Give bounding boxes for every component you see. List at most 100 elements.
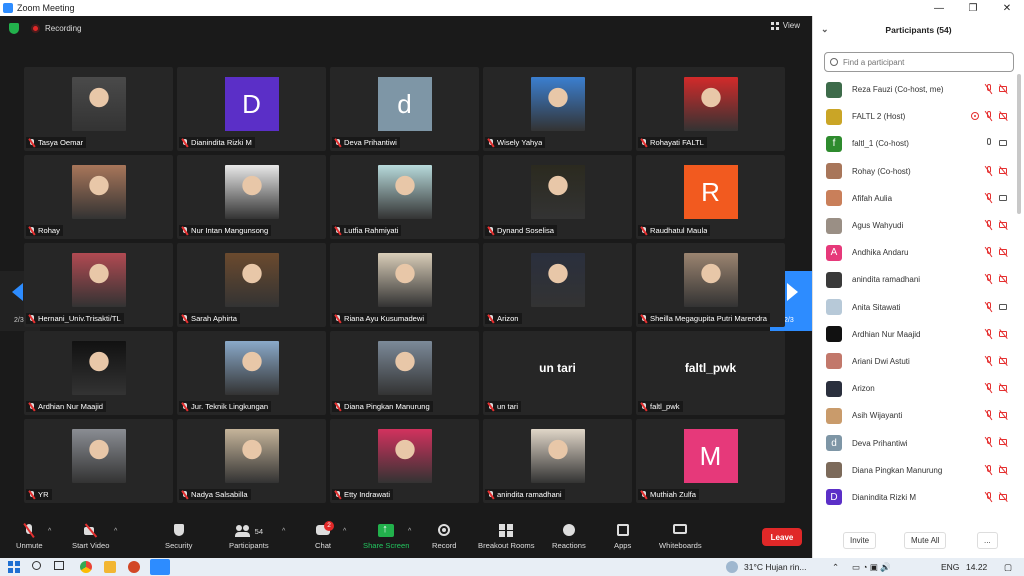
- maximize-button[interactable]: ❐: [956, 0, 990, 16]
- video-tile[interactable]: M Muthiah Zulfa: [636, 419, 785, 503]
- chrome-icon[interactable]: [80, 561, 92, 573]
- task-view-icon[interactable]: [54, 561, 64, 570]
- more-options-button[interactable]: ...: [977, 532, 998, 549]
- leave-button[interactable]: Leave: [762, 528, 802, 546]
- view-button[interactable]: View: [770, 21, 800, 30]
- audio-options-caret[interactable]: ^: [48, 528, 51, 535]
- security-button[interactable]: Security: [165, 524, 192, 550]
- participant-row[interactable]: anindita ramadhani: [813, 266, 1018, 293]
- video-tile[interactable]: R Raudhatul Maula: [636, 155, 785, 239]
- participant-row[interactable]: Reza Fauzi (Co-host, me): [813, 76, 1018, 103]
- input-language[interactable]: ENG: [941, 562, 959, 572]
- video-tile[interactable]: Wisely Yahya: [483, 67, 632, 151]
- video-tile[interactable]: Rohayati FALTL: [636, 67, 785, 151]
- participants-scrollbar[interactable]: [1017, 74, 1021, 214]
- participant-row[interactable]: A Andhika Andaru: [813, 239, 1018, 266]
- breakout-rooms-button[interactable]: Breakout Rooms: [478, 524, 535, 550]
- muted-mic-icon[interactable]: [985, 437, 993, 447]
- participant-row[interactable]: Arizon: [813, 375, 1018, 402]
- video-tile[interactable]: d Deva Prihantiwi: [330, 67, 479, 151]
- clock-time[interactable]: 14.22: [966, 562, 987, 572]
- video-tile[interactable]: Nur Intan Mangunsong: [177, 155, 326, 239]
- participants-options-caret[interactable]: ^: [282, 528, 285, 535]
- weather-cloud-icon[interactable]: [726, 561, 738, 573]
- invite-button[interactable]: Invite: [843, 532, 877, 549]
- video-tile[interactable]: Etty Indrawati: [330, 419, 479, 503]
- muted-mic-icon[interactable]: [985, 328, 993, 339]
- share-options-caret[interactable]: ^: [408, 528, 411, 535]
- video-options-caret[interactable]: ^: [114, 528, 117, 535]
- chat-button[interactable]: 2 Chat: [315, 521, 335, 550]
- participant-list[interactable]: Reza Fauzi (Co-host, me) FALTL 2 (Host) f f…: [813, 76, 1018, 518]
- muted-mic-icon[interactable]: [985, 165, 993, 176]
- muted-mic-icon[interactable]: [985, 247, 993, 257]
- powerpoint-icon[interactable]: [128, 561, 140, 573]
- muted-mic-icon[interactable]: [985, 111, 993, 121]
- muted-mic-icon[interactable]: [985, 410, 993, 420]
- participant-row[interactable]: Ardhian Nur Maajid: [813, 321, 1018, 348]
- start-video-button[interactable]: Start Video: [72, 524, 109, 550]
- muted-mic-icon[interactable]: [985, 464, 993, 475]
- close-window-button[interactable]: ✕: [990, 0, 1024, 16]
- participant-search[interactable]: [824, 52, 1014, 72]
- video-tile[interactable]: faltl_pwk faltl_pwk: [636, 331, 785, 415]
- mute-all-button[interactable]: Mute All: [904, 532, 947, 549]
- participant-row[interactable]: FALTL 2 (Host): [813, 103, 1018, 130]
- windows-start-icon[interactable]: [8, 561, 20, 573]
- video-tile[interactable]: Sarah Aphirta: [177, 243, 326, 327]
- video-tile[interactable]: Lutfia Rahmiyati: [330, 155, 479, 239]
- reactions-button[interactable]: Reactions: [552, 524, 586, 550]
- video-tile[interactable]: Dynand Soselisa: [483, 155, 632, 239]
- unmute-button[interactable]: Unmute: [16, 524, 43, 550]
- tray-icons[interactable]: ▭ ◔ ▣ 🔊: [852, 562, 891, 573]
- video-tile[interactable]: YR: [24, 419, 173, 503]
- muted-mic-icon[interactable]: [985, 274, 993, 284]
- video-tile[interactable]: un tari un tari: [483, 331, 632, 415]
- video-tile[interactable]: D Dianindita Rizki M: [177, 67, 326, 151]
- tray-chevron-icon[interactable]: ⌃: [832, 562, 839, 573]
- muted-mic-icon[interactable]: [985, 219, 993, 230]
- video-tile[interactable]: Nadya Salsabilla: [177, 419, 326, 503]
- muted-mic-icon[interactable]: [985, 355, 993, 366]
- video-tile[interactable]: Sheilla Megagupita Putri Marendra: [636, 243, 785, 327]
- participant-row[interactable]: Asih Wijayanti: [813, 402, 1018, 429]
- share-screen-button[interactable]: Share Screen: [363, 523, 409, 550]
- video-tile[interactable]: Tasya Oemar: [24, 67, 173, 151]
- participant-row[interactable]: Agus Wahyudi: [813, 212, 1018, 239]
- participants-button[interactable]: 54 Participants: [229, 524, 269, 550]
- apps-button[interactable]: Apps: [614, 524, 631, 550]
- whiteboards-button[interactable]: Whiteboards: [659, 524, 702, 550]
- search-icon[interactable]: [32, 561, 41, 570]
- minimize-button[interactable]: —: [922, 0, 956, 16]
- weather-text[interactable]: 31°C Hujan rin...: [744, 562, 806, 572]
- participant-row[interactable]: Rohay (Co-host): [813, 158, 1018, 185]
- chat-options-caret[interactable]: ^: [343, 528, 346, 535]
- participant-row[interactable]: Anita Sitawati: [813, 294, 1018, 321]
- recording-dot-icon[interactable]: [31, 23, 40, 33]
- participant-row[interactable]: Diana Pingkan Manurung: [813, 457, 1018, 484]
- muted-mic-icon[interactable]: [985, 84, 993, 94]
- participant-search-input[interactable]: [843, 57, 1003, 67]
- mic-icon[interactable]: [985, 138, 993, 148]
- record-button[interactable]: Record: [432, 524, 456, 550]
- video-tile[interactable]: Riana Ayu Kusumadewi: [330, 243, 479, 327]
- video-tile[interactable]: Arizon: [483, 243, 632, 327]
- video-tile[interactable]: Rohay: [24, 155, 173, 239]
- file-explorer-icon[interactable]: [104, 561, 116, 573]
- video-tile[interactable]: Diana Pingkan Manurung: [330, 331, 479, 415]
- participant-row[interactable]: f faltl_1 (Co-host): [813, 130, 1018, 157]
- zoom-taskbar-icon[interactable]: [150, 559, 170, 575]
- chevron-down-icon[interactable]: ⌄: [821, 24, 829, 35]
- muted-mic-icon[interactable]: [985, 192, 993, 203]
- notification-icon[interactable]: ▢: [1004, 562, 1012, 573]
- participant-row[interactable]: d Deva Prihantiwi: [813, 429, 1018, 456]
- video-tile[interactable]: Ardhian Nur Maajid: [24, 331, 173, 415]
- encryption-shield-icon[interactable]: [9, 22, 19, 34]
- video-tile[interactable]: anindita ramadhani: [483, 419, 632, 503]
- participant-row[interactable]: Afifah Aulia: [813, 185, 1018, 212]
- muted-mic-icon[interactable]: [985, 383, 993, 393]
- muted-mic-icon[interactable]: [985, 301, 993, 312]
- participant-row[interactable]: D Dianindita Rizki M: [813, 484, 1018, 511]
- video-tile[interactable]: Hernani_Univ.Trisakti/TL: [24, 243, 173, 327]
- video-tile[interactable]: Jur. Teknik Lingkungan: [177, 331, 326, 415]
